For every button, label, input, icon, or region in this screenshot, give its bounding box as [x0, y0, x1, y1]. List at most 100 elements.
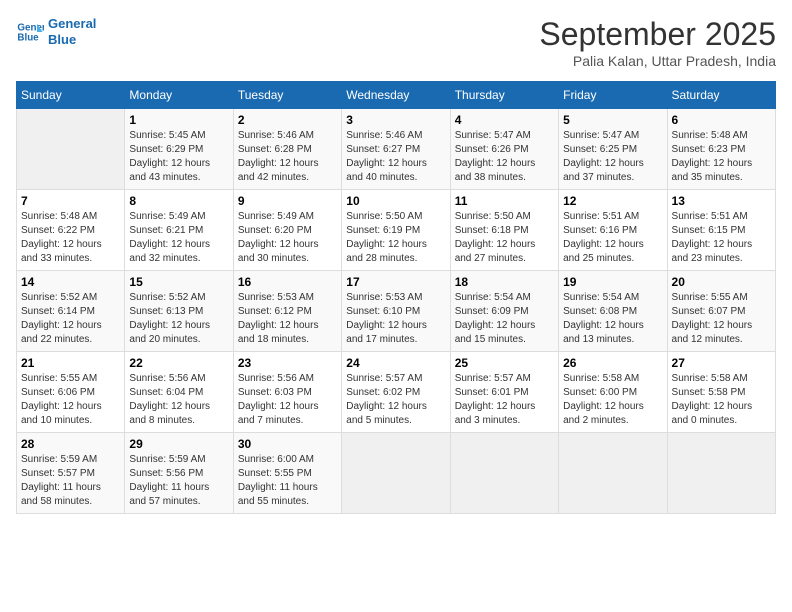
location-subtitle: Palia Kalan, Uttar Pradesh, India [539, 53, 776, 69]
header: General Blue General Blue September 2025… [16, 16, 776, 69]
calendar-cell [667, 433, 775, 514]
day-info: Sunrise: 5:55 AM Sunset: 6:07 PM Dayligh… [672, 291, 771, 347]
day-number: 28 [21, 437, 120, 451]
day-info: Sunrise: 5:59 AM Sunset: 5:56 PM Dayligh… [129, 453, 228, 509]
day-info: Sunrise: 5:49 AM Sunset: 6:21 PM Dayligh… [129, 210, 228, 266]
calendar-cell: 20 Sunrise: 5:55 AM Sunset: 6:07 PM Dayli… [667, 271, 775, 352]
calendar-week-row: 14Sunrise: 5:52 AM Sunset: 6:14 PM Dayli… [17, 271, 776, 352]
day-info: Sunrise: 5:46 AM Sunset: 6:27 PM Dayligh… [346, 129, 445, 185]
calendar-cell: 1 Sunrise: 5:45 AM Sunset: 6:29 PM Daylig… [125, 109, 233, 190]
day-number: 1 [129, 113, 228, 127]
calendar-cell: 19 Sunrise: 5:54 AM Sunset: 6:08 PM Dayli… [559, 271, 667, 352]
weekday-header-wednesday: Wednesday [342, 82, 450, 109]
day-number: 4 [455, 113, 554, 127]
day-number: 8 [129, 194, 228, 208]
weekday-header-saturday: Saturday [667, 82, 775, 109]
day-number: 5 [563, 113, 662, 127]
day-info: Sunrise: 5:57 AM Sunset: 6:01 PM Dayligh… [455, 372, 554, 428]
day-number: 11 [455, 194, 554, 208]
weekday-header-friday: Friday [559, 82, 667, 109]
day-number: 18 [455, 275, 554, 289]
day-info: Sunrise: 5:50 AM Sunset: 6:18 PM Dayligh… [455, 210, 554, 266]
calendar-cell: 12Sunrise: 5:51 AM Sunset: 6:16 PM Dayli… [559, 190, 667, 271]
day-info: Sunrise: 6:00 AM Sunset: 5:55 PM Dayligh… [238, 453, 337, 509]
calendar-cell: 10Sunrise: 5:50 AM Sunset: 6:19 PM Dayli… [342, 190, 450, 271]
logo-text: General Blue [48, 16, 96, 47]
calendar-cell: 24 Sunrise: 5:57 AM Sunset: 6:02 PM Dayli… [342, 352, 450, 433]
day-info: Sunrise: 5:46 AM Sunset: 6:28 PM Dayligh… [238, 129, 337, 185]
calendar-cell [17, 109, 125, 190]
calendar-cell: 28 Sunrise: 5:59 AM Sunset: 5:57 PM Dayli… [17, 433, 125, 514]
day-info: Sunrise: 5:54 AM Sunset: 6:09 PM Dayligh… [455, 291, 554, 347]
day-info: Sunrise: 5:58 AM Sunset: 6:00 PM Dayligh… [563, 372, 662, 428]
day-info: Sunrise: 5:52 AM Sunset: 6:13 PM Dayligh… [129, 291, 228, 347]
calendar-cell [342, 433, 450, 514]
day-info: Sunrise: 5:53 AM Sunset: 6:12 PM Dayligh… [238, 291, 337, 347]
day-number: 24 [346, 356, 445, 370]
day-number: 2 [238, 113, 337, 127]
calendar-cell: 14Sunrise: 5:52 AM Sunset: 6:14 PM Dayli… [17, 271, 125, 352]
day-number: 20 [672, 275, 771, 289]
day-info: Sunrise: 5:45 AM Sunset: 6:29 PM Dayligh… [129, 129, 228, 185]
day-info: Sunrise: 5:59 AM Sunset: 5:57 PM Dayligh… [21, 453, 120, 509]
day-info: Sunrise: 5:53 AM Sunset: 6:10 PM Dayligh… [346, 291, 445, 347]
calendar-cell: 16 Sunrise: 5:53 AM Sunset: 6:12 PM Dayli… [233, 271, 341, 352]
svg-text:Blue: Blue [17, 32, 39, 43]
calendar-cell: 2 Sunrise: 5:46 AM Sunset: 6:28 PM Daylig… [233, 109, 341, 190]
weekday-header-thursday: Thursday [450, 82, 558, 109]
calendar-cell [559, 433, 667, 514]
day-info: Sunrise: 5:56 AM Sunset: 6:04 PM Dayligh… [129, 372, 228, 428]
logo: General Blue General Blue [16, 16, 96, 47]
day-number: 6 [672, 113, 771, 127]
calendar-cell: 30 Sunrise: 6:00 AM Sunset: 5:55 PM Dayli… [233, 433, 341, 514]
calendar-cell: 21 Sunrise: 5:55 AM Sunset: 6:06 PM Dayli… [17, 352, 125, 433]
day-info: Sunrise: 5:50 AM Sunset: 6:19 PM Dayligh… [346, 210, 445, 266]
calendar-cell: 3 Sunrise: 5:46 AM Sunset: 6:27 PM Daylig… [342, 109, 450, 190]
day-number: 16 [238, 275, 337, 289]
title-area: September 2025 Palia Kalan, Uttar Prades… [539, 16, 776, 69]
calendar-cell: 26 Sunrise: 5:58 AM Sunset: 6:00 PM Dayli… [559, 352, 667, 433]
day-info: Sunrise: 5:56 AM Sunset: 6:03 PM Dayligh… [238, 372, 337, 428]
day-number: 21 [21, 356, 120, 370]
calendar-cell: 6 Sunrise: 5:48 AM Sunset: 6:23 PM Daylig… [667, 109, 775, 190]
day-number: 3 [346, 113, 445, 127]
day-number: 25 [455, 356, 554, 370]
calendar-cell: 27Sunrise: 5:58 AM Sunset: 5:58 PM Dayli… [667, 352, 775, 433]
calendar-week-row: 1 Sunrise: 5:45 AM Sunset: 6:29 PM Daylig… [17, 109, 776, 190]
day-info: Sunrise: 5:48 AM Sunset: 6:23 PM Dayligh… [672, 129, 771, 185]
day-number: 12 [563, 194, 662, 208]
calendar-cell: 11 Sunrise: 5:50 AM Sunset: 6:18 PM Dayli… [450, 190, 558, 271]
calendar-cell: 7 Sunrise: 5:48 AM Sunset: 6:22 PM Daylig… [17, 190, 125, 271]
calendar-cell: 25 Sunrise: 5:57 AM Sunset: 6:01 PM Dayli… [450, 352, 558, 433]
day-number: 26 [563, 356, 662, 370]
day-number: 15 [129, 275, 228, 289]
calendar-cell: 29Sunrise: 5:59 AM Sunset: 5:56 PM Dayli… [125, 433, 233, 514]
calendar-cell: 13Sunrise: 5:51 AM Sunset: 6:15 PM Dayli… [667, 190, 775, 271]
calendar-week-row: 7 Sunrise: 5:48 AM Sunset: 6:22 PM Daylig… [17, 190, 776, 271]
calendar-cell: 5 Sunrise: 5:47 AM Sunset: 6:25 PM Daylig… [559, 109, 667, 190]
day-info: Sunrise: 5:52 AM Sunset: 6:14 PM Dayligh… [21, 291, 120, 347]
day-info: Sunrise: 5:49 AM Sunset: 6:20 PM Dayligh… [238, 210, 337, 266]
weekday-header-monday: Monday [125, 82, 233, 109]
day-number: 19 [563, 275, 662, 289]
calendar-cell: 23 Sunrise: 5:56 AM Sunset: 6:03 PM Dayli… [233, 352, 341, 433]
day-number: 13 [672, 194, 771, 208]
day-number: 23 [238, 356, 337, 370]
day-number: 22 [129, 356, 228, 370]
calendar-cell: 4Sunrise: 5:47 AM Sunset: 6:26 PM Daylig… [450, 109, 558, 190]
weekday-header-tuesday: Tuesday [233, 82, 341, 109]
calendar-cell: 18 Sunrise: 5:54 AM Sunset: 6:09 PM Dayli… [450, 271, 558, 352]
calendar-cell: 9Sunrise: 5:49 AM Sunset: 6:20 PM Daylig… [233, 190, 341, 271]
day-info: Sunrise: 5:54 AM Sunset: 6:08 PM Dayligh… [563, 291, 662, 347]
calendar-week-row: 21 Sunrise: 5:55 AM Sunset: 6:06 PM Dayli… [17, 352, 776, 433]
day-info: Sunrise: 5:48 AM Sunset: 6:22 PM Dayligh… [21, 210, 120, 266]
day-number: 17 [346, 275, 445, 289]
day-number: 7 [21, 194, 120, 208]
day-info: Sunrise: 5:55 AM Sunset: 6:06 PM Dayligh… [21, 372, 120, 428]
day-number: 30 [238, 437, 337, 451]
day-info: Sunrise: 5:47 AM Sunset: 6:25 PM Dayligh… [563, 129, 662, 185]
weekday-header-sunday: Sunday [17, 82, 125, 109]
day-info: Sunrise: 5:57 AM Sunset: 6:02 PM Dayligh… [346, 372, 445, 428]
calendar-cell: 17 Sunrise: 5:53 AM Sunset: 6:10 PM Dayli… [342, 271, 450, 352]
calendar-week-row: 28 Sunrise: 5:59 AM Sunset: 5:57 PM Dayli… [17, 433, 776, 514]
